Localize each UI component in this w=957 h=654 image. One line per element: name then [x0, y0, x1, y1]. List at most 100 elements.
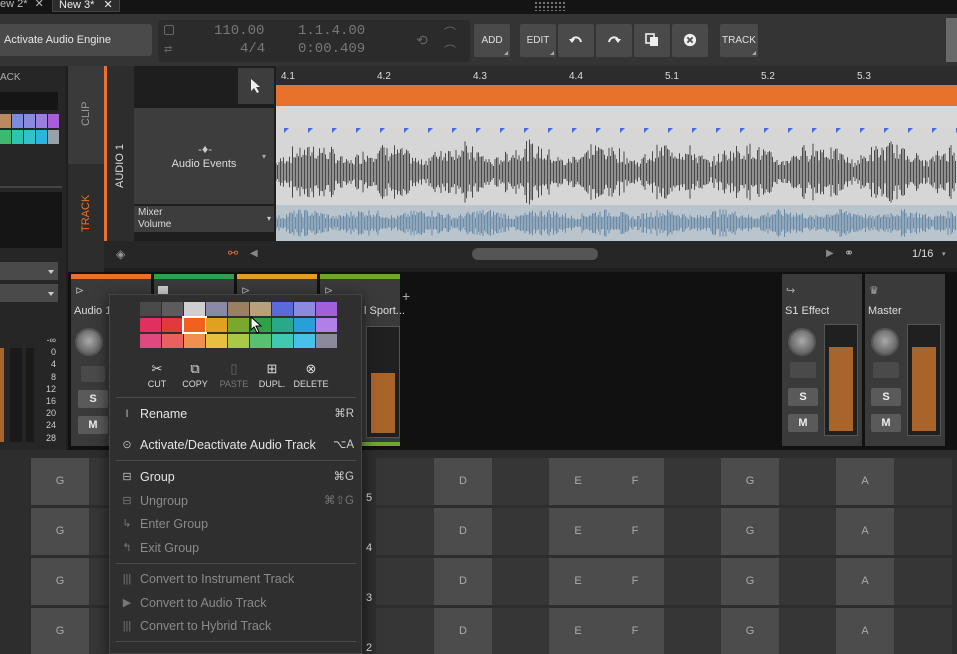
- grid-cell[interactable]: [376, 558, 434, 605]
- tempo-value[interactable]: 110.00: [214, 23, 264, 39]
- grid-cell[interactable]: [779, 608, 837, 654]
- grid-cell[interactable]: [894, 608, 952, 654]
- palette-swatch[interactable]: [24, 130, 35, 144]
- mute-button[interactable]: M: [78, 416, 108, 434]
- color-swatch[interactable]: [206, 318, 227, 332]
- color-swatch[interactable]: [272, 302, 293, 316]
- menu-item-ungroup[interactable]: ⊟ Ungroup ⌘⇧G: [116, 490, 356, 512]
- grid-cell[interactable]: [894, 508, 952, 555]
- channel-name[interactable]: Master: [868, 305, 902, 317]
- punch-out-icon[interactable]: ⌒: [444, 42, 456, 59]
- track-menu-button[interactable]: TRACK: [720, 24, 758, 57]
- menu-item-convert-audio[interactable]: ▶ Convert to Audio Track: [116, 592, 356, 614]
- menu-item-enter-group[interactable]: ↳ Enter Group: [116, 513, 356, 535]
- note-cell[interactable]: F: [606, 608, 664, 654]
- grid-cell[interactable]: [376, 458, 434, 505]
- activate-audio-engine-button[interactable]: Activate Audio Engine: [0, 24, 152, 56]
- track-color-palette[interactable]: [0, 114, 59, 146]
- color-swatch[interactable]: [228, 302, 249, 316]
- horizontal-scrollbar[interactable]: [472, 248, 598, 260]
- add-button[interactable]: ADD: [474, 24, 510, 57]
- color-swatch[interactable]: [162, 302, 183, 316]
- note-cell[interactable]: E: [549, 508, 607, 555]
- track-name[interactable]: AUDIO 1: [114, 144, 126, 188]
- volume-fader[interactable]: [824, 324, 858, 436]
- scroll-right-icon[interactable]: ▶: [826, 248, 834, 259]
- channel-name[interactable]: l Sport...: [364, 305, 405, 317]
- input-dropdown[interactable]: [0, 262, 58, 280]
- clip-header[interactable]: [276, 106, 957, 128]
- duplicate-button[interactable]: [634, 24, 670, 57]
- redo-button[interactable]: [596, 24, 632, 57]
- output-dropdown[interactable]: [0, 284, 58, 302]
- palette-swatch[interactable]: [12, 114, 23, 128]
- color-swatch[interactable]: [182, 316, 207, 334]
- channel-name[interactable]: Audio 1: [74, 305, 111, 317]
- paste-action[interactable]: ▯ PASTE: [215, 361, 253, 389]
- tab-project-2[interactable]: ew 2* ✕: [0, 0, 50, 12]
- note-cell[interactable]: D: [434, 558, 492, 605]
- automation-parameter-select[interactable]: Mixer Volume ▾: [134, 206, 274, 232]
- layers-icon[interactable]: ◈: [116, 247, 125, 261]
- note-cell[interactable]: G: [721, 508, 779, 555]
- track-name-field[interactable]: [0, 92, 58, 110]
- audio-events-panel[interactable]: -♦- Audio Events ▾: [134, 108, 274, 204]
- palette-swatch[interactable]: [24, 114, 35, 128]
- color-swatch[interactable]: [184, 334, 205, 348]
- palette-swatch[interactable]: [0, 130, 11, 144]
- automation-lane[interactable]: [276, 205, 957, 241]
- mixer-channel-s1-effect[interactable]: ↪ S1 Effect S M: [782, 274, 862, 446]
- grid-cell[interactable]: [376, 508, 434, 555]
- note-cell[interactable]: G: [31, 458, 89, 505]
- menu-item-rename[interactable]: I Rename ⌘R: [116, 403, 356, 425]
- menu-item-exit-group[interactable]: ↰ Exit Group: [116, 537, 356, 559]
- menu-item-convert-hybrid[interactable]: ||| Convert to Hybrid Track: [116, 615, 356, 637]
- note-cell[interactable]: G: [721, 608, 779, 654]
- panel-toggle-button[interactable]: [946, 18, 957, 62]
- add-track-icon[interactable]: +: [402, 288, 410, 304]
- solo-button[interactable]: S: [871, 388, 901, 406]
- record-arm-button[interactable]: [790, 362, 816, 378]
- track-inspector-toggle[interactable]: TRACK: [68, 186, 104, 248]
- duplicate-action[interactable]: ⊞ DUPL.: [253, 361, 291, 389]
- tab-project-3[interactable]: New 3* ✕: [52, 0, 120, 12]
- color-swatch[interactable]: [272, 334, 293, 348]
- grid-cell[interactable]: [664, 508, 722, 555]
- grid-cell[interactable]: [491, 608, 549, 654]
- color-swatch[interactable]: [162, 318, 183, 332]
- timeline-ruler[interactable]: 4.1 4.2 4.3 4.4 5.1 5.2 5.3: [276, 66, 957, 85]
- pan-knob[interactable]: [788, 328, 816, 356]
- grid-cell[interactable]: [779, 458, 837, 505]
- grid-cell[interactable]: [779, 508, 837, 555]
- color-swatch[interactable]: [206, 334, 227, 348]
- mixer-channel-master[interactable]: ♛ Master S M: [865, 274, 945, 446]
- color-swatch[interactable]: [228, 318, 249, 332]
- loop-region-bar[interactable]: [276, 85, 957, 106]
- color-swatch[interactable]: [316, 302, 337, 316]
- undo-button[interactable]: [558, 24, 594, 57]
- grid-cell[interactable]: [376, 608, 434, 654]
- note-cell[interactable]: A: [836, 458, 894, 505]
- pan-knob[interactable]: [75, 328, 103, 356]
- audio-waveform[interactable]: [276, 128, 957, 205]
- clip-launcher-toggle[interactable]: CLIP: [68, 66, 104, 164]
- note-cell[interactable]: D: [434, 458, 492, 505]
- color-swatch[interactable]: [316, 334, 337, 348]
- note-cell[interactable]: F: [606, 558, 664, 605]
- palette-swatch[interactable]: [48, 130, 59, 144]
- cut-action[interactable]: ✂ CUT: [138, 361, 176, 389]
- grid-cell[interactable]: [664, 608, 722, 654]
- grid-cell[interactable]: [779, 558, 837, 605]
- delete-action[interactable]: ⊗ DELETE: [292, 361, 330, 389]
- position-time-value[interactable]: 0:00.409: [298, 41, 365, 57]
- record-arm-button[interactable]: [873, 362, 899, 378]
- palette-swatch[interactable]: [36, 130, 47, 144]
- note-cell[interactable]: D: [434, 508, 492, 555]
- edit-button[interactable]: EDIT: [520, 24, 556, 57]
- palette-swatch[interactable]: [12, 130, 23, 144]
- record-arm-button[interactable]: [81, 366, 105, 382]
- note-cell[interactable]: G: [31, 508, 89, 555]
- mute-button[interactable]: M: [871, 414, 901, 432]
- color-swatch[interactable]: [184, 302, 205, 316]
- position-beats-value[interactable]: 1.1.4.00: [298, 23, 365, 39]
